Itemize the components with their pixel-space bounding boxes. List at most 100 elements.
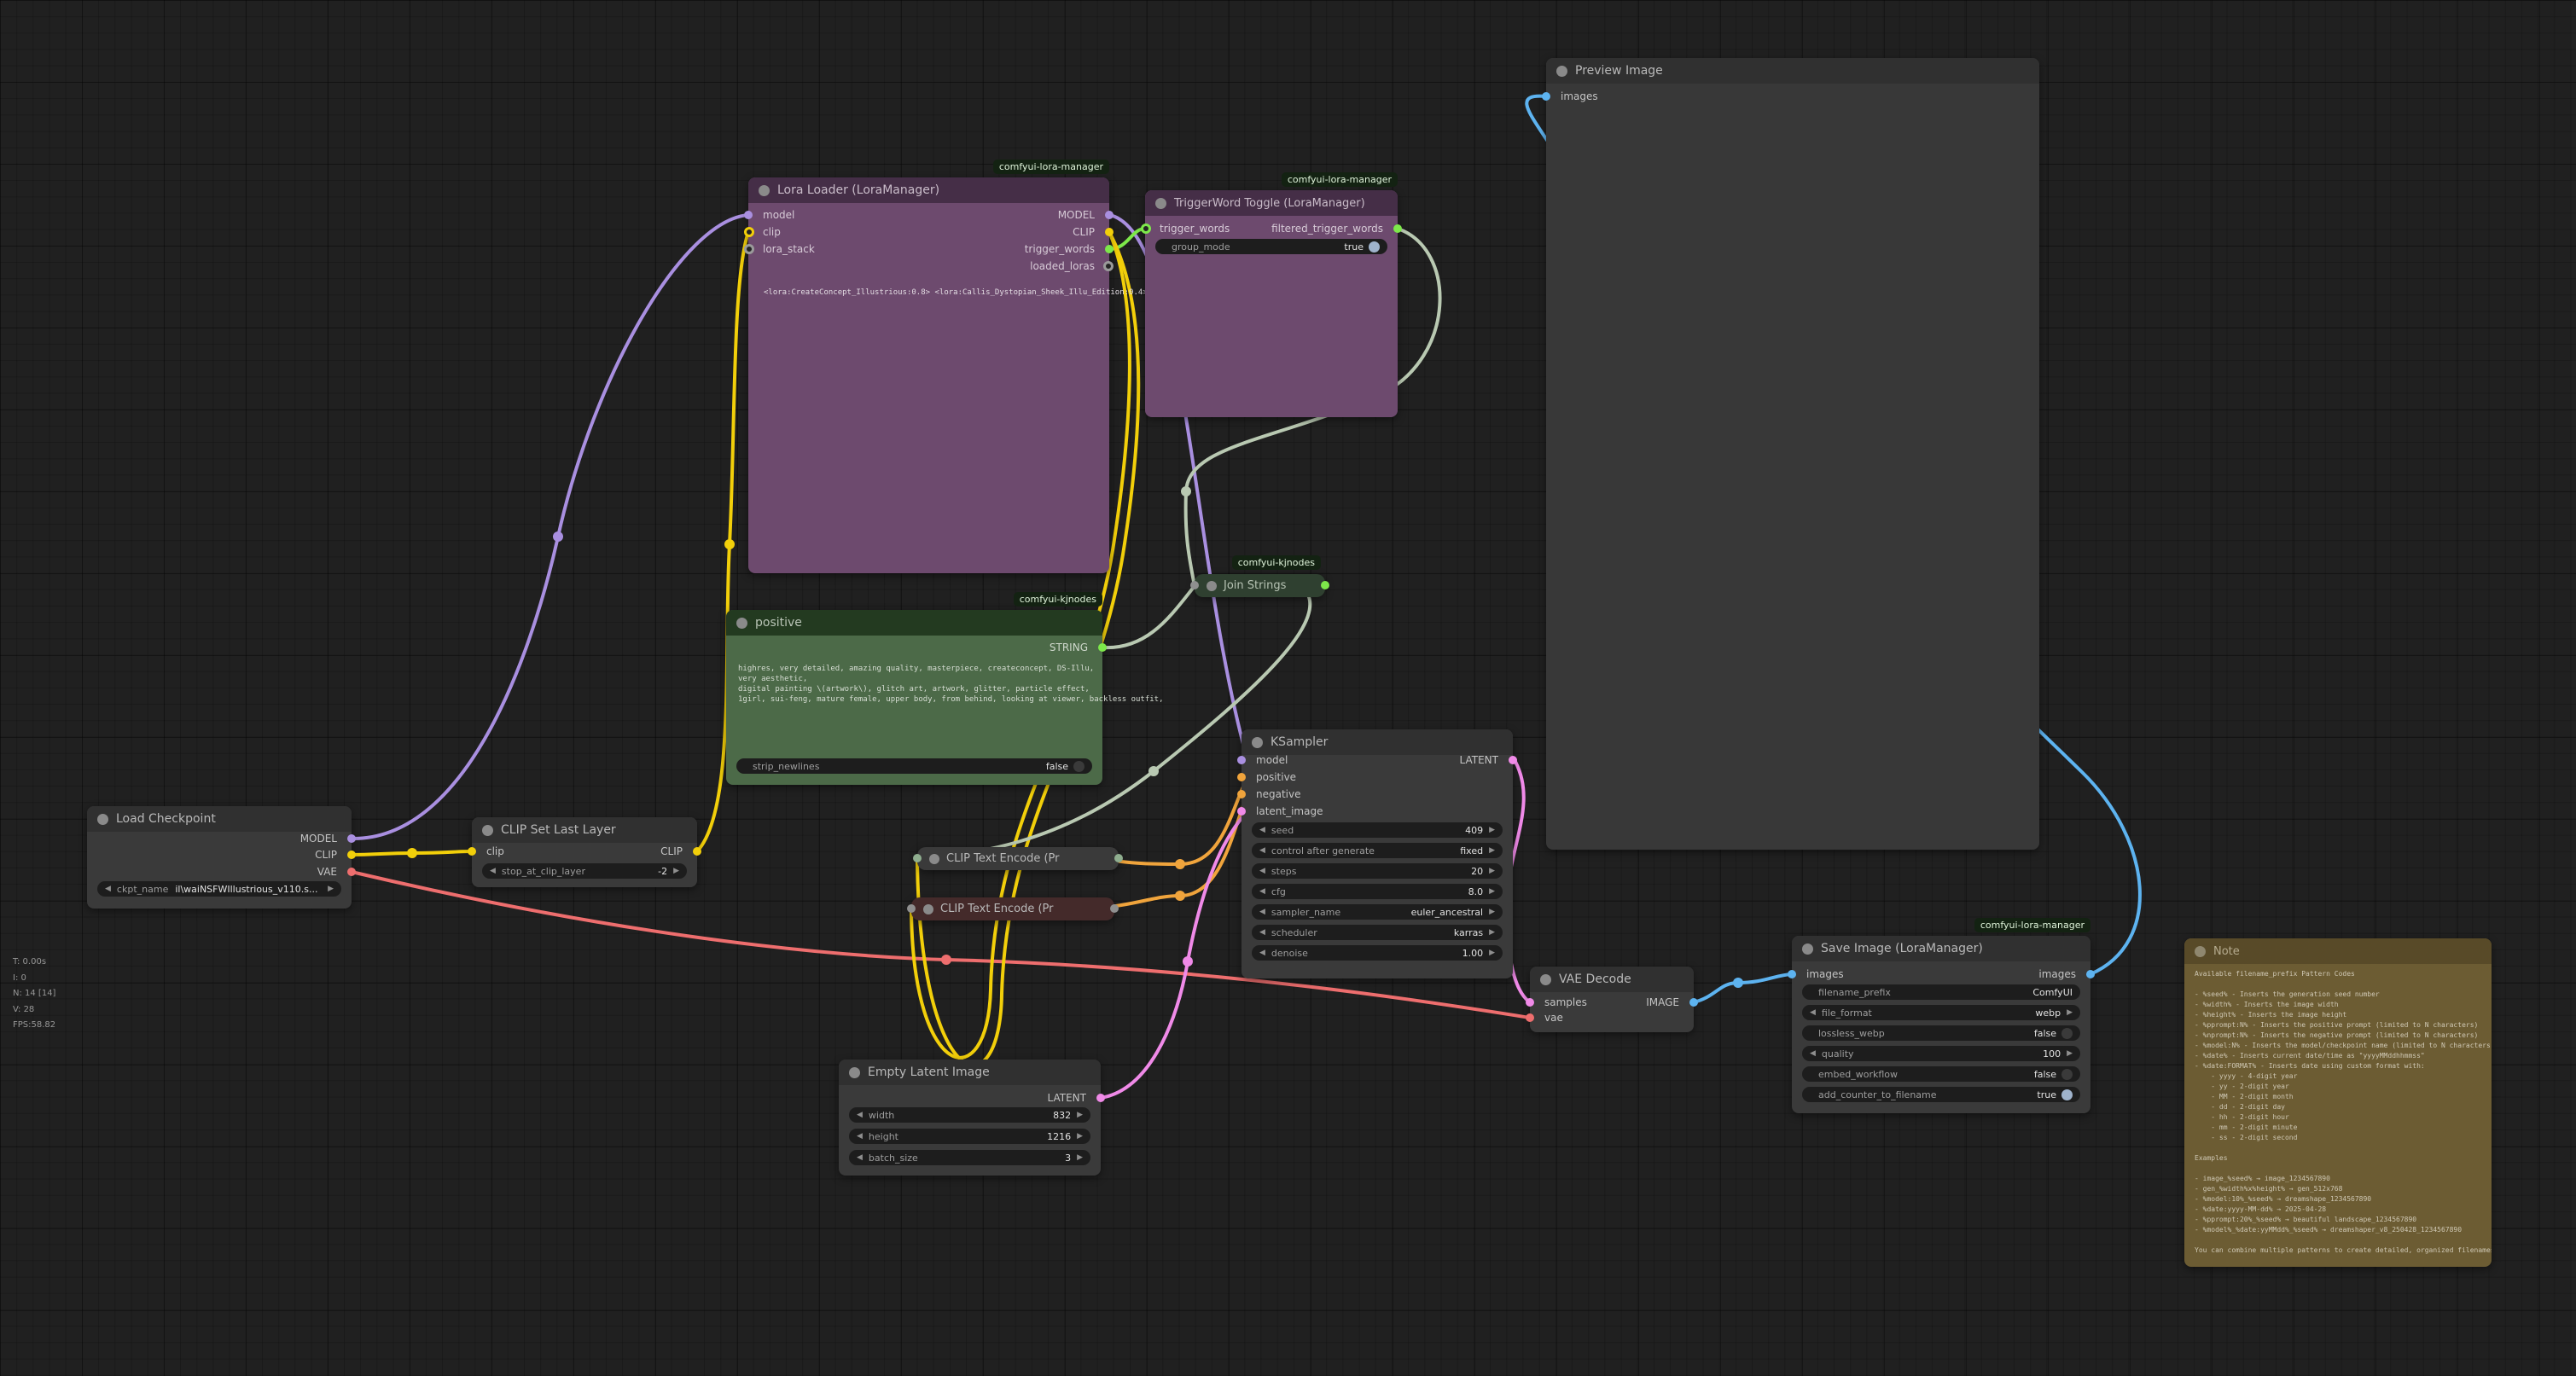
image-port-dot[interactable] xyxy=(2086,970,2095,978)
right-arrow-icon[interactable]: ▶ xyxy=(1489,949,1495,957)
clip-port-dot[interactable] xyxy=(693,847,701,856)
node-note[interactable]: Note Available filename_prefix Pattern C… xyxy=(2184,938,2492,1267)
output-clip[interactable]: CLIP xyxy=(660,845,697,857)
widget-seed[interactable]: ◀ seed 409 ▶ xyxy=(1252,822,1503,838)
input-trigger-words[interactable]: trigger_words xyxy=(1145,223,1230,235)
node-clip-text-encode-negative[interactable]: CLIP Text Encode (Pr xyxy=(911,897,1114,920)
node-header[interactable]: Save Image (LoraManager) xyxy=(1792,936,2090,961)
input-model[interactable]: model xyxy=(1241,754,1288,766)
output-port-dot[interactable] xyxy=(1110,904,1119,913)
latent-port-dot[interactable] xyxy=(1237,807,1246,816)
prompt-text[interactable]: highres, very detailed, amazing quality,… xyxy=(738,664,1164,705)
node-header[interactable]: CLIP Set Last Layer xyxy=(472,817,697,843)
node-positive-prompt[interactable]: comfyui-kjnodes positive STRING highres,… xyxy=(726,610,1102,785)
right-arrow-icon[interactable]: ▶ xyxy=(1489,846,1495,855)
conditioning-port-dot[interactable] xyxy=(1237,773,1246,781)
reroute-dot[interactable] xyxy=(1175,891,1185,901)
image-port-dot[interactable] xyxy=(1542,92,1550,101)
input-positive[interactable]: positive xyxy=(1241,771,1296,783)
node-save-image[interactable]: comfyui-lora-manager Save Image (LoraMan… xyxy=(1792,936,2090,1113)
input-samples[interactable]: samples xyxy=(1530,996,1587,1008)
output-images[interactable]: images xyxy=(2038,968,2090,980)
node-header[interactable]: VAE Decode xyxy=(1530,967,1694,992)
collapse-dot-icon[interactable] xyxy=(736,618,747,629)
right-arrow-icon[interactable]: ▶ xyxy=(1489,867,1495,875)
right-arrow-icon[interactable]: ▶ xyxy=(2067,1049,2073,1058)
node-header[interactable]: Note xyxy=(2184,938,2492,964)
conditioning-port-dot[interactable] xyxy=(1237,790,1246,798)
input-model[interactable]: model xyxy=(748,209,794,221)
input-port-dot[interactable] xyxy=(907,904,916,913)
node-ksampler[interactable]: KSampler model positive negative latent_… xyxy=(1241,729,1513,978)
image-port-dot[interactable] xyxy=(1788,970,1796,978)
input-port-dot[interactable] xyxy=(1190,581,1199,589)
note-text[interactable]: Available filename_prefix Pattern Codes … xyxy=(2195,969,2492,1256)
node-clip-text-encode-positive[interactable]: CLIP Text Encode (Pr xyxy=(917,847,1119,870)
input-lora-stack[interactable]: lora_stack xyxy=(748,243,815,255)
output-string[interactable]: STRING xyxy=(1050,642,1102,653)
node-graph-canvas[interactable]: T: 0.00s I: 0 N: 14 [14] V: 28 FPS:58.82… xyxy=(0,0,2576,1376)
clip-port-dot[interactable] xyxy=(744,227,754,237)
widget-scheduler[interactable]: ◀ scheduler karras ▶ xyxy=(1252,925,1503,940)
widget-denoise[interactable]: ◀ denoise 1.00 ▶ xyxy=(1252,945,1503,961)
node-header[interactable]: Empty Latent Image xyxy=(839,1060,1101,1085)
widget-cfg[interactable]: ◀ cfg 8.0 ▶ xyxy=(1252,884,1503,899)
node-empty-latent-image[interactable]: Empty Latent Image LATENT ◀ width 832 ▶ … xyxy=(839,1060,1101,1176)
reroute-dot[interactable] xyxy=(1183,956,1193,967)
output-trigger-words[interactable]: trigger_words xyxy=(1025,243,1109,255)
widget-width[interactable]: ◀ width 832 ▶ xyxy=(849,1107,1090,1123)
right-arrow-icon[interactable]: ▶ xyxy=(1489,908,1495,916)
toggle-off-icon[interactable] xyxy=(2061,1028,2073,1039)
model-port-dot[interactable] xyxy=(1105,211,1114,219)
image-port-dot[interactable] xyxy=(1689,998,1698,1007)
node-header[interactable]: Lora Loader (LoraManager) xyxy=(748,177,1109,203)
output-clip[interactable]: CLIP xyxy=(1073,226,1109,238)
string-port-dot[interactable] xyxy=(1098,643,1107,652)
output-port-dot[interactable] xyxy=(1321,581,1329,589)
reroute-dot[interactable] xyxy=(1148,766,1159,776)
toggle-on-icon[interactable] xyxy=(1369,241,1380,253)
collapse-dot-icon[interactable] xyxy=(2195,946,2206,957)
node-header[interactable]: positive xyxy=(726,610,1102,636)
node-vae-decode[interactable]: VAE Decode samples vae IMAGE xyxy=(1530,967,1694,1032)
widget-sampler-name[interactable]: ◀ sampler_name euler_ancestral ▶ xyxy=(1252,904,1503,920)
trigger-words-port-dot[interactable] xyxy=(1141,224,1151,234)
reroute-dot[interactable] xyxy=(1181,486,1191,496)
widget-add-counter-to-filename[interactable]: add_counter_to_filename true xyxy=(1802,1087,2080,1102)
right-arrow-icon[interactable]: ▶ xyxy=(673,867,679,875)
model-port-dot[interactable] xyxy=(1237,756,1246,764)
model-port-dot[interactable] xyxy=(347,834,356,843)
input-clip[interactable]: clip xyxy=(472,845,504,857)
widget-lossless-webp[interactable]: lossless_webp false xyxy=(1802,1025,2080,1041)
input-clip[interactable]: clip xyxy=(748,226,781,238)
widget-batch-size[interactable]: ◀ batch_size 3 ▶ xyxy=(849,1150,1090,1165)
node-load-checkpoint[interactable]: Load Checkpoint MODEL CLIP VAE ◀ ckpt_na… xyxy=(87,806,352,909)
node-header[interactable]: KSampler xyxy=(1241,729,1513,755)
input-port-dot[interactable] xyxy=(913,854,922,862)
input-negative[interactable]: negative xyxy=(1241,788,1300,800)
toggle-off-icon[interactable] xyxy=(2061,1069,2073,1080)
widget-height[interactable]: ◀ height 1216 ▶ xyxy=(849,1129,1090,1144)
node-header[interactable]: TriggerWord Toggle (LoraManager) xyxy=(1145,190,1398,216)
lora-stack-port-dot[interactable] xyxy=(744,244,754,254)
node-preview-image[interactable]: Preview Image images xyxy=(1546,58,2039,850)
vae-port-dot[interactable] xyxy=(1526,1013,1534,1022)
toggle-off-icon[interactable] xyxy=(1073,761,1084,772)
reroute-dot[interactable] xyxy=(553,531,563,542)
right-arrow-icon[interactable]: ▶ xyxy=(328,885,334,893)
left-arrow-icon[interactable]: ◀ xyxy=(490,867,496,875)
filtered-trigger-words-port-dot[interactable] xyxy=(1393,224,1402,233)
node-triggerword-toggle[interactable]: comfyui-lora-manager TriggerWord Toggle … xyxy=(1145,190,1398,417)
left-arrow-icon[interactable]: ◀ xyxy=(1259,949,1265,957)
right-arrow-icon[interactable]: ▶ xyxy=(1077,1153,1083,1162)
left-arrow-icon[interactable]: ◀ xyxy=(1810,1049,1816,1058)
right-arrow-icon[interactable]: ▶ xyxy=(1077,1111,1083,1119)
widget-stop-at-clip-layer[interactable]: ◀ stop_at_clip_layer -2 ▶ xyxy=(482,863,687,879)
loaded-loras-port-dot[interactable] xyxy=(1103,261,1114,271)
clip-port-dot[interactable] xyxy=(347,851,356,859)
left-arrow-icon[interactable]: ◀ xyxy=(1259,826,1265,834)
collapse-dot-icon[interactable] xyxy=(1252,737,1263,748)
widget-file-format[interactable]: ◀ file_format webp ▶ xyxy=(1802,1005,2080,1020)
right-arrow-icon[interactable]: ▶ xyxy=(1489,928,1495,937)
latent-port-dot[interactable] xyxy=(1096,1094,1105,1102)
